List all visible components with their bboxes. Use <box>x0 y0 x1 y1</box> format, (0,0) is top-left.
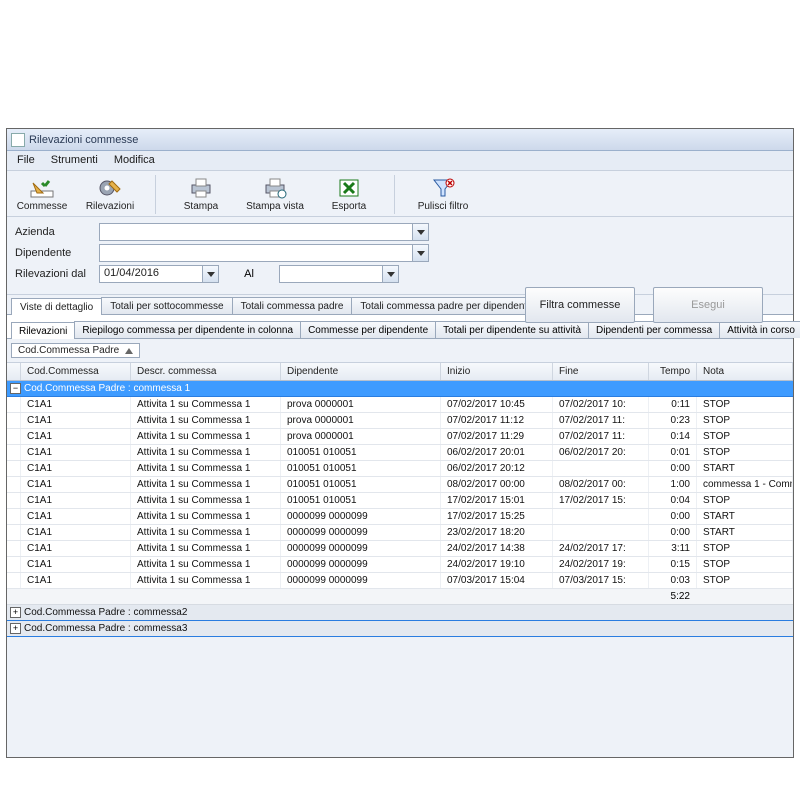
table-row[interactable]: C1A1Attivita 1 su Commessa 1010051 01005… <box>7 477 793 493</box>
label-azienda: Azienda <box>15 226 93 238</box>
toolbar-commesse[interactable]: Commesse <box>13 175 71 214</box>
toolbar-stampa[interactable]: Stampa <box>172 175 230 214</box>
tab-viste-dettaglio[interactable]: Viste di dettaglio <box>11 298 102 315</box>
tab-attivita-in-corso[interactable]: Attività in corso <box>719 321 800 338</box>
toolbar: Commesse Rilevazioni Stampa Stam <box>7 171 793 217</box>
table-row[interactable]: C1A1Attivita 1 su Commessa 1prova 000000… <box>7 429 793 445</box>
toolbar-pulisci-filtro[interactable]: Pulisci filtro <box>411 175 475 214</box>
menu-file[interactable]: File <box>9 151 43 170</box>
group-row-commessa2[interactable]: + Cod.Commessa Padre : commessa2 <box>7 605 793 621</box>
tab-rilevazioni[interactable]: Rilevazioni <box>11 322 75 339</box>
printer-icon <box>188 177 214 199</box>
app-icon <box>11 133 25 147</box>
combo-dipendente[interactable] <box>99 244 429 262</box>
table-row[interactable]: C1A1Attivita 1 su Commessa 10000099 0000… <box>7 573 793 589</box>
col-cod-commessa[interactable]: Cod.Commessa <box>21 363 131 380</box>
group-chip-cod-commessa-padre[interactable]: Cod.Commessa Padre <box>11 343 140 358</box>
table-row[interactable]: C1A1Attivita 1 su Commessa 1prova 000000… <box>7 397 793 413</box>
toolbar-rilevazioni[interactable]: Rilevazioni <box>81 175 139 214</box>
table-row[interactable]: C1A1Attivita 1 su Commessa 10000099 0000… <box>7 509 793 525</box>
group-row-commessa1[interactable]: − Cod.Commessa Padre : commessa 1 <box>7 381 793 397</box>
table-row[interactable]: C1A1Attivita 1 su Commessa 1010051 01005… <box>7 461 793 477</box>
menu-strumenti[interactable]: Strumenti <box>43 151 106 170</box>
group-sum-row: 5:22 <box>7 589 793 605</box>
tab-riepilogo-colonna[interactable]: Riepilogo commessa per dipendente in col… <box>74 321 301 338</box>
col-inizio[interactable]: Inizio <box>441 363 553 380</box>
grid-header[interactable]: Cod.Commessa Descr. commessa Dipendente … <box>7 363 793 381</box>
chevron-down-icon[interactable] <box>412 245 428 261</box>
empty-area <box>7 637 793 757</box>
printer-view-icon <box>262 177 288 199</box>
chevron-down-icon[interactable] <box>382 266 398 282</box>
col-nota[interactable]: Nota <box>697 363 793 380</box>
table-row[interactable]: C1A1Attivita 1 su Commessa 1prova 000000… <box>7 413 793 429</box>
titlebar[interactable]: Rilevazioni commesse <box>7 129 793 151</box>
col-dipendente[interactable]: Dipendente <box>281 363 441 380</box>
toolbar-stampa-vista[interactable]: Stampa vista <box>240 175 310 214</box>
expand-icon[interactable]: + <box>10 607 21 618</box>
date-from[interactable]: 01/04/2016 <box>99 265 219 283</box>
sort-asc-icon <box>125 348 133 354</box>
table-row[interactable]: C1A1Attivita 1 su Commessa 10000099 0000… <box>7 525 793 541</box>
window-title: Rilevazioni commesse <box>29 134 138 146</box>
col-fine[interactable]: Fine <box>553 363 649 380</box>
toolbar-esporta[interactable]: Esporta <box>320 175 378 214</box>
table-row[interactable]: C1A1Attivita 1 su Commessa 1010051 01005… <box>7 493 793 509</box>
funnel-clear-icon <box>430 177 456 199</box>
tab-commesse-per-dip[interactable]: Commesse per dipendente <box>300 321 436 338</box>
tab-totali-dip-attivita[interactable]: Totali per dipendente su attività <box>435 321 589 338</box>
tab-dipendenti-per-commessa[interactable]: Dipendenti per commessa <box>588 321 720 338</box>
filtra-commesse-button[interactable]: Filtra commesse <box>525 287 635 323</box>
filter-panel: Azienda Dipendente Rilevazioni dal 01/04… <box>7 217 793 295</box>
date-to[interactable] <box>279 265 399 283</box>
combo-azienda[interactable] <box>99 223 429 241</box>
tab-totali-commessa-padre-dip[interactable]: Totali commessa padre per dipendente <box>351 297 541 314</box>
collapse-icon[interactable]: − <box>10 383 21 394</box>
table-row[interactable]: C1A1Attivita 1 su Commessa 1010051 01005… <box>7 445 793 461</box>
table-row[interactable]: C1A1Attivita 1 su Commessa 10000099 0000… <box>7 541 793 557</box>
gear-pencil-icon <box>97 177 123 199</box>
menu-modifica[interactable]: Modifica <box>106 151 163 170</box>
table-row[interactable]: C1A1Attivita 1 su Commessa 10000099 0000… <box>7 557 793 573</box>
col-descr[interactable]: Descr. commessa <box>131 363 281 380</box>
group-by-bar[interactable]: Cod.Commessa Padre <box>7 339 793 363</box>
data-grid: Cod.Commessa Descr. commessa Dipendente … <box>7 363 793 637</box>
menubar: File Strumenti Modifica <box>7 151 793 171</box>
expand-icon[interactable]: + <box>10 623 21 634</box>
pencil-check-icon <box>29 177 55 199</box>
label-al: Al <box>225 268 273 280</box>
label-rilevazioni-dal: Rilevazioni dal <box>15 268 93 280</box>
col-tempo[interactable]: Tempo <box>649 363 697 380</box>
group-row-commessa3[interactable]: + Cod.Commessa Padre : commessa3 <box>7 621 793 637</box>
label-dipendente: Dipendente <box>15 247 93 259</box>
app-window: Rilevazioni commesse File Strumenti Modi… <box>6 128 794 758</box>
chevron-down-icon[interactable] <box>412 224 428 240</box>
tab-totali-commessa-padre[interactable]: Totali commessa padre <box>232 297 353 314</box>
esegui-button[interactable]: Esegui <box>653 287 763 323</box>
excel-icon <box>336 177 362 199</box>
chevron-down-icon[interactable] <box>202 266 218 282</box>
tab-totali-sottocommesse[interactable]: Totali per sottocommesse <box>101 297 232 314</box>
